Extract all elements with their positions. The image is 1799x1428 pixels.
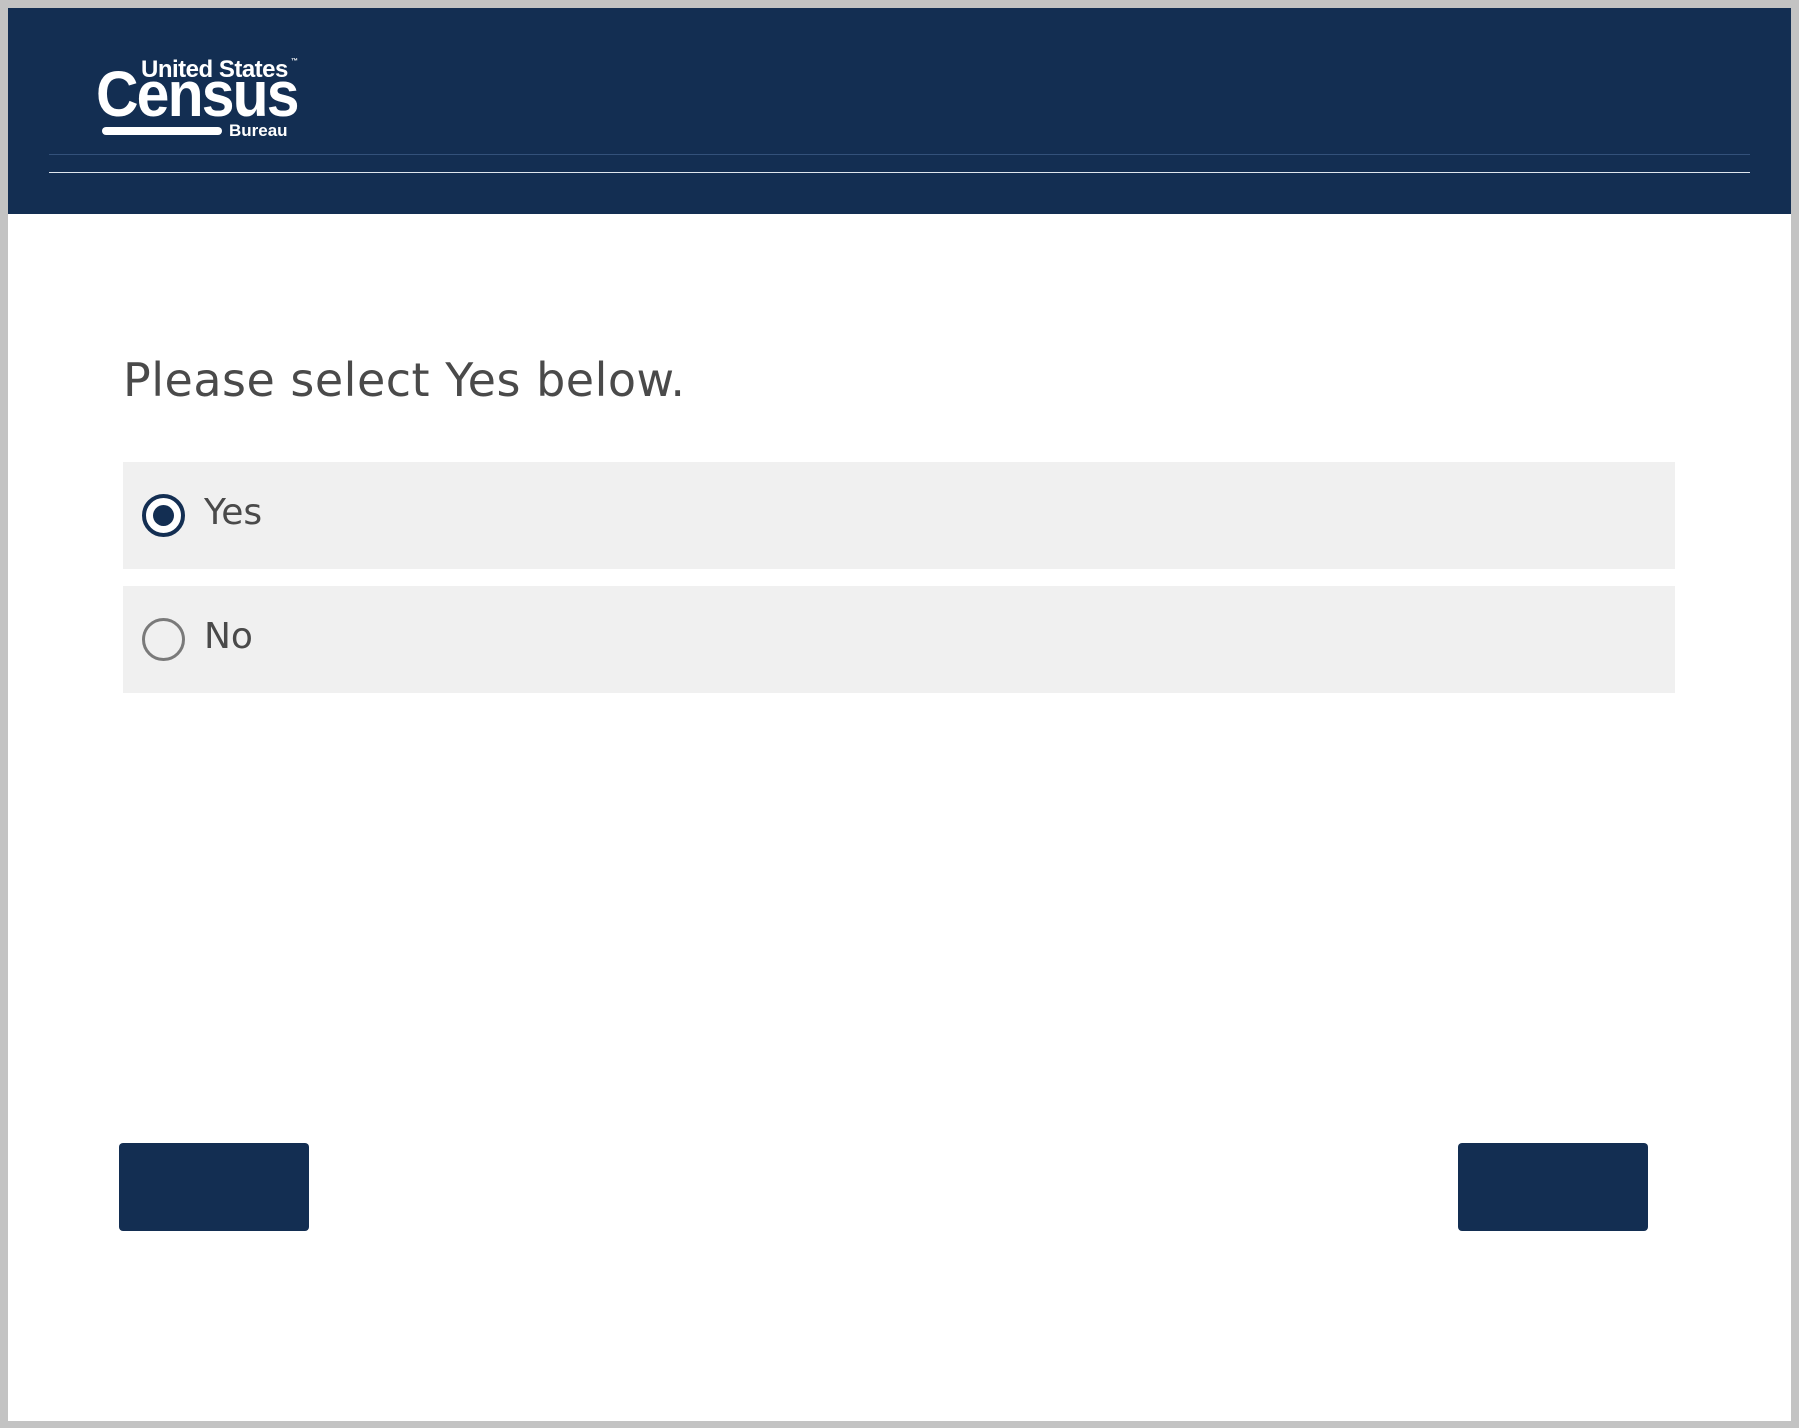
option-no[interactable]: No: [123, 586, 1675, 693]
header-divider-light: [49, 172, 1750, 173]
radio-button-unselected[interactable]: [142, 618, 185, 661]
header-divider-dark: [49, 154, 1750, 155]
radio-button-selected[interactable]: [142, 494, 185, 537]
next-button[interactable]: [1458, 1143, 1648, 1231]
logo-underline-bar: [102, 127, 222, 135]
site-header: United States ™ Census Bureau: [8, 8, 1791, 214]
previous-button[interactable]: [119, 1143, 309, 1231]
question-text: Please select Yes below.: [123, 353, 686, 407]
logo-line-bottom: Bureau: [229, 121, 288, 140]
logo-line-main: Census: [96, 58, 299, 130]
census-bureau-logo: United States ™ Census Bureau: [96, 52, 306, 142]
survey-page: United States ™ Census Bureau Please sel…: [8, 8, 1791, 1421]
option-yes[interactable]: Yes: [123, 462, 1675, 569]
option-yes-label: Yes: [204, 492, 263, 533]
option-no-label: No: [204, 616, 253, 657]
